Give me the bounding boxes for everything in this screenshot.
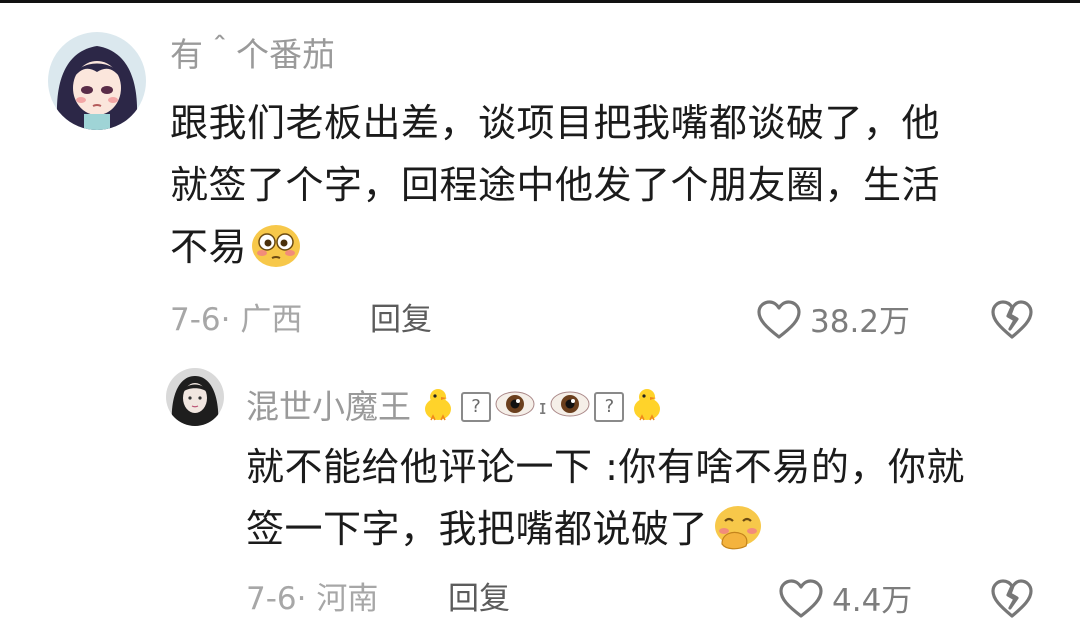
avatar[interactable] — [48, 32, 146, 130]
comment-line: 就签了个字，回程途中他发了个朋友圈，生活 — [170, 163, 941, 207]
comment-line: 就不能给他评论一下 :你有啥不易的，你就 — [246, 445, 965, 489]
top-divider — [0, 0, 1080, 3]
chick-emoji — [628, 385, 666, 428]
username[interactable]: 混世小魔王 ? ɪ ? — [246, 385, 666, 428]
mouth-glyph: ɪ — [539, 394, 547, 419]
username[interactable]: 有＾个番茄 — [170, 38, 335, 71]
username-decoration: ? ɪ ? — [419, 385, 666, 428]
like-button[interactable]: 4.4万 — [778, 578, 912, 624]
dislike-button[interactable] — [990, 578, 1034, 624]
like-count: 38.2万 — [810, 303, 911, 340]
like-button[interactable]: 38.2万 — [756, 299, 910, 345]
comment-body: 就不能给他评论一下 :你有啥不易的，你就 签一下字，我把嘴都说破了 — [246, 436, 1046, 568]
chick-emoji — [419, 385, 457, 428]
broken-heart-outline-icon — [990, 300, 1034, 345]
eye-emoji — [495, 389, 535, 424]
date-location: 7-6· 河南 — [246, 581, 379, 617]
like-count: 4.4万 — [832, 582, 913, 619]
comment-line: 签一下字，我把嘴都说破了 — [246, 507, 709, 551]
heart-outline-icon — [778, 578, 824, 624]
date-location: 7-6· 广西 — [170, 302, 303, 338]
avatar[interactable] — [166, 368, 224, 426]
unknown-glyph-box: ? — [461, 391, 491, 422]
comment-line: 不易 — [170, 225, 248, 269]
unknown-glyph-box: ? — [594, 391, 625, 422]
comment-body: 跟我们老板出差，谈项目把我嘴都谈破了，他 就签了个字，回程途中他发了个朋友圈，生… — [170, 92, 1050, 286]
reply-button[interactable]: 回复 — [370, 305, 432, 336]
broken-heart-outline-icon — [990, 579, 1034, 624]
flushed-face-emoji — [251, 222, 301, 286]
reply-button[interactable]: 回复 — [448, 584, 510, 615]
comment-line: 跟我们老板出差，谈项目把我嘴都谈破了，他 — [170, 101, 941, 145]
eye-emoji — [550, 389, 590, 424]
dislike-button[interactable] — [990, 299, 1034, 345]
heart-outline-icon — [756, 299, 802, 345]
face-with-hand-over-mouth-emoji — [712, 504, 764, 568]
